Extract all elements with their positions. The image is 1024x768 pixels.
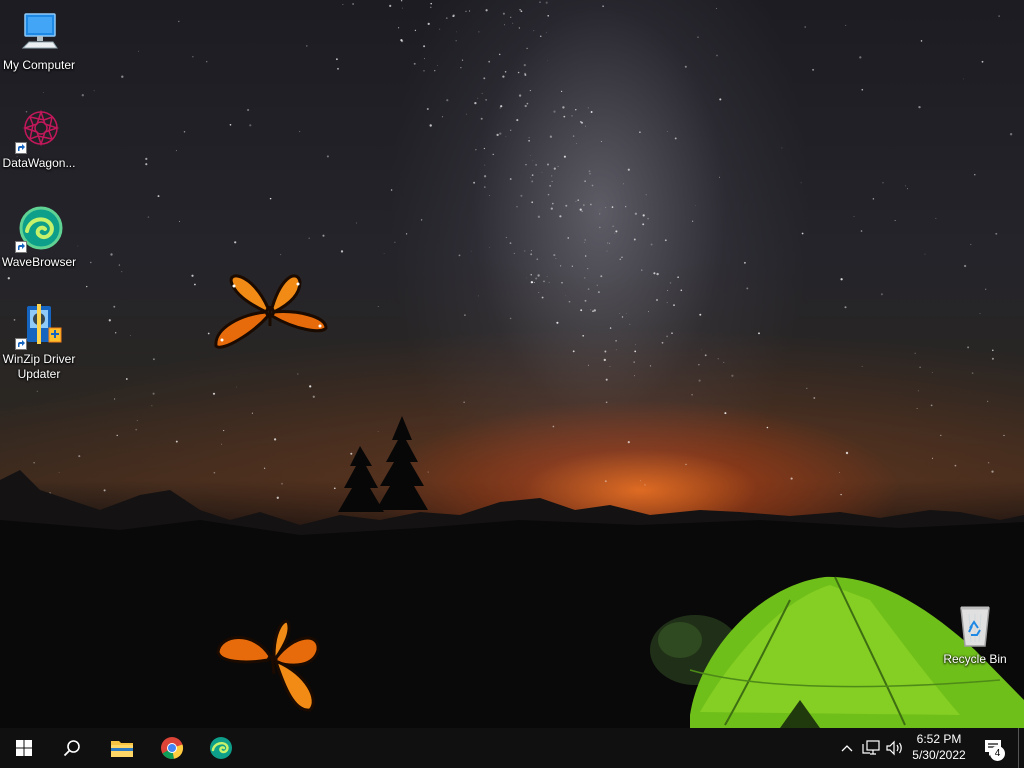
desktop-icon-datawagon[interactable]: DataWagon... bbox=[0, 106, 78, 171]
desktop-icon-wavebrowser[interactable]: WaveBrowser bbox=[0, 205, 78, 270]
speaker-icon bbox=[886, 740, 902, 756]
network-icon bbox=[862, 740, 880, 755]
chevron-up-icon bbox=[841, 745, 853, 752]
butterfly-decoration bbox=[214, 274, 328, 349]
taskbar: 6:52 PM 5/30/2022 bbox=[0, 728, 1024, 768]
desktop-icon-label: DataWagon... bbox=[2, 156, 76, 170]
chrome-button[interactable] bbox=[148, 728, 196, 768]
show-desktop-button[interactable] bbox=[1018, 728, 1024, 768]
clock-time: 6:52 PM bbox=[916, 732, 962, 746]
desktop-wallpaper: My Computer DataWagon... WaveBrowser Win… bbox=[0, 0, 1024, 728]
landscape-silhouette bbox=[0, 416, 1024, 728]
windows-logo-icon bbox=[16, 740, 32, 756]
desktop-icon-label: WinZip Driver Updater bbox=[2, 352, 76, 381]
shortcut-arrow-icon bbox=[15, 241, 27, 253]
desktop-icon-recycle-bin[interactable]: Recycle Bin bbox=[936, 602, 1014, 667]
desktop-icon-label: WaveBrowser bbox=[1, 255, 77, 269]
datawagon-icon bbox=[15, 106, 63, 154]
start-button[interactable] bbox=[0, 728, 48, 768]
computer-icon bbox=[15, 8, 63, 56]
desktop-icon-winzip-driver-updater[interactable]: WinZip Driver Updater bbox=[0, 302, 78, 382]
recycle-bin-icon bbox=[951, 602, 999, 650]
volume-button[interactable] bbox=[884, 728, 906, 768]
desktop-icon-my-computer[interactable]: My Computer bbox=[0, 8, 78, 73]
network-status-button[interactable] bbox=[860, 728, 882, 768]
file-explorer-button[interactable] bbox=[98, 728, 146, 768]
clock-date: 5/30/2022 bbox=[912, 748, 966, 762]
shortcut-arrow-icon bbox=[15, 338, 27, 350]
shortcut-arrow-icon bbox=[15, 142, 27, 154]
desktop-icon-label: My Computer bbox=[2, 58, 76, 72]
chrome-icon bbox=[161, 737, 184, 759]
butterfly-decoration bbox=[216, 619, 320, 712]
desktop-icon-label: Recycle Bin bbox=[943, 652, 1007, 666]
show-hidden-icons-button[interactable] bbox=[838, 728, 856, 768]
search-button[interactable] bbox=[48, 728, 96, 768]
notification-count-badge: 4 bbox=[990, 746, 1005, 761]
folder-icon bbox=[111, 741, 133, 757]
wavebrowser-taskbar-button[interactable] bbox=[197, 728, 245, 768]
search-icon bbox=[63, 740, 80, 757]
wavebrowser-icon bbox=[210, 737, 232, 759]
wavebrowser-icon bbox=[15, 205, 63, 253]
clock[interactable]: 6:52 PM 5/30/2022 bbox=[906, 731, 972, 763]
winzip-driver-updater-icon bbox=[15, 302, 63, 350]
